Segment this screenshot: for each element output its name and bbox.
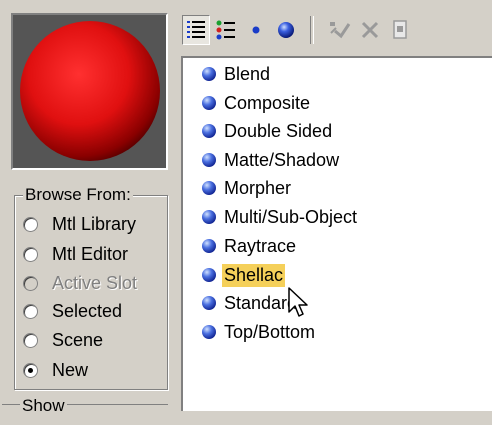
list-item-label: Morpher — [224, 177, 292, 198]
material-sphere-icon — [202, 325, 216, 339]
list-item-standard[interactable]: Standard — [202, 291, 299, 315]
list-item-multi-sub-object[interactable]: Multi/Sub-Object — [202, 205, 359, 229]
radio-label: Scene — [52, 329, 104, 350]
radio-label: Active Slot — [52, 272, 138, 293]
list-item-raytrace[interactable]: Raytrace — [202, 234, 298, 258]
radio-button[interactable] — [23, 246, 38, 262]
small-icons-view-icon — [252, 26, 260, 34]
browse-from-group: Browse From: Mtl Library Mtl Editor Acti… — [14, 185, 168, 390]
material-sphere-icon — [202, 210, 216, 224]
radio-button[interactable] — [23, 332, 38, 348]
list-item-label: Shellac — [222, 263, 286, 287]
list-item-label: Composite — [224, 92, 311, 113]
list-view-icon — [187, 21, 205, 38]
list-icons-view-icon — [216, 20, 235, 40]
radio-label: Selected — [52, 300, 123, 321]
browse-from-title: Browse From: — [23, 185, 133, 205]
list-item-matte-shadow[interactable]: Matte/Shadow — [202, 148, 341, 172]
radio-label: Mtl Editor — [52, 243, 129, 264]
list-item-composite[interactable]: Composite — [202, 91, 312, 115]
radio-label: Mtl Library — [52, 213, 137, 234]
update-materials-icon — [330, 22, 351, 39]
material-sphere-icon — [202, 67, 216, 81]
radio-scene[interactable]: Scene — [23, 328, 103, 352]
material-sphere-icon — [202, 153, 216, 167]
list-item-label: Blend — [224, 63, 271, 84]
show-title: Show — [20, 396, 67, 416]
radio-mtl-library[interactable]: Mtl Library — [23, 212, 136, 236]
large-icons-view-icon — [278, 22, 294, 38]
material-sphere-icon — [202, 181, 216, 195]
show-group: Show — [2, 396, 168, 425]
list-item-label: Double Sided — [224, 120, 333, 141]
material-sphere-icon — [202, 268, 216, 282]
radio-new[interactable]: New — [23, 358, 88, 382]
list-item-blend[interactable]: Blend — [202, 62, 272, 86]
material-map-list[interactable]: Blend Composite Double Sided Matte/Shado… — [181, 56, 492, 411]
delete-button — [356, 15, 384, 45]
radio-mtl-editor[interactable]: Mtl Editor — [23, 242, 128, 266]
material-sphere-icon — [202, 239, 216, 253]
radio-active-slot: Active Slot — [23, 271, 137, 295]
update-scene-materials-button — [326, 15, 354, 45]
toolbar-separator — [310, 16, 314, 44]
toolbar — [180, 10, 492, 50]
material-sphere-icon — [202, 96, 216, 110]
material-sphere-icon — [202, 124, 216, 138]
delete-x-icon — [361, 21, 379, 39]
radio-selected[interactable]: Selected — [23, 299, 122, 323]
list-item-top-bottom[interactable]: Top/Bottom — [202, 320, 317, 344]
list-item-morpher[interactable]: Morpher — [202, 176, 293, 200]
radio-label: New — [52, 359, 89, 380]
view-list-icons-button[interactable] — [212, 15, 240, 45]
list-item-shellac[interactable]: Shellac — [202, 263, 286, 287]
radio-button — [23, 275, 38, 291]
list-item-label: Matte/Shadow — [224, 149, 340, 170]
clear-library-button — [386, 15, 414, 45]
red-sphere-preview — [20, 21, 160, 161]
list-item-double-sided[interactable]: Double Sided — [202, 119, 334, 143]
document-icon — [393, 20, 407, 39]
list-item-label: Raytrace — [224, 235, 297, 256]
list-item-label: Standard — [224, 292, 298, 313]
radio-button[interactable] — [23, 303, 38, 319]
view-list-button[interactable] — [182, 15, 210, 45]
view-large-icons-button[interactable] — [272, 15, 300, 45]
list-item-label: Top/Bottom — [224, 321, 316, 342]
material-sphere-icon — [202, 296, 216, 310]
radio-button[interactable] — [23, 362, 38, 378]
view-small-icons-button[interactable] — [242, 15, 270, 45]
radio-button[interactable] — [23, 216, 38, 232]
material-preview — [11, 13, 168, 170]
list-item-label: Multi/Sub-Object — [224, 206, 358, 227]
